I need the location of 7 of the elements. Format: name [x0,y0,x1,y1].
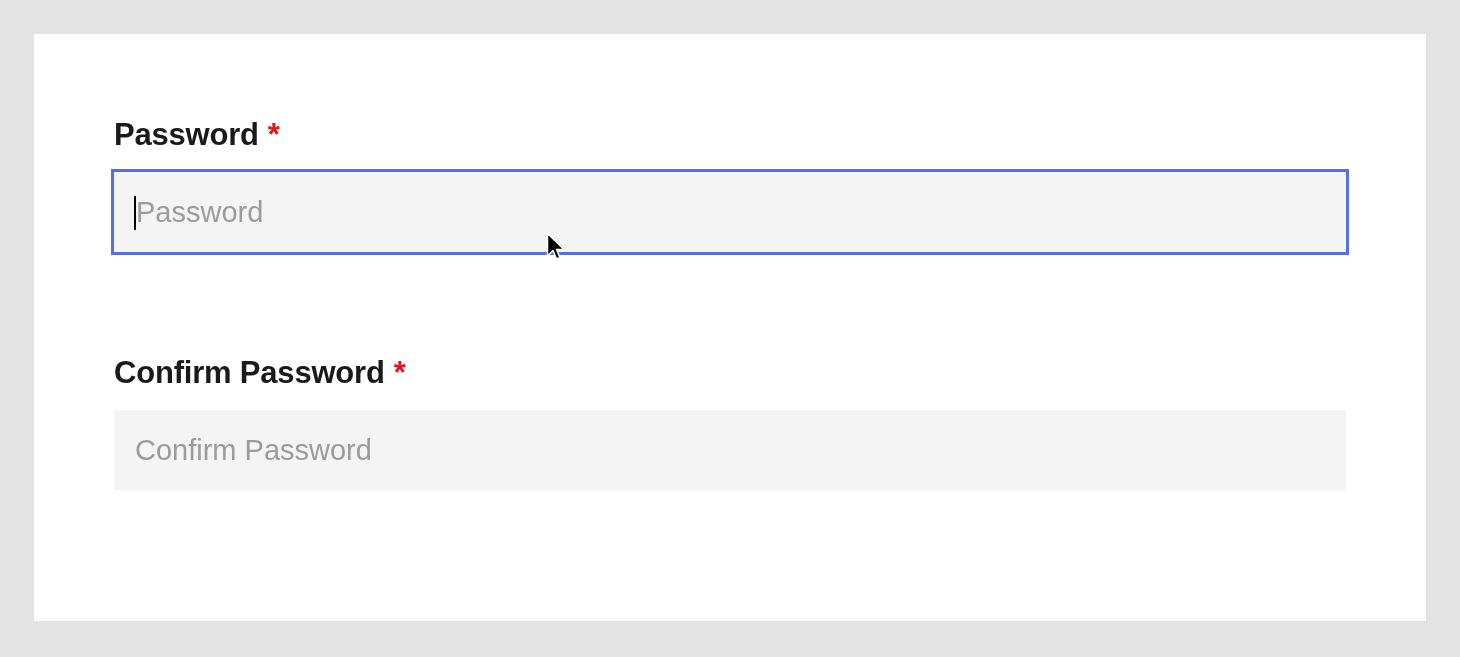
required-mark: * [393,355,406,391]
field-label: Password [114,117,259,153]
text-cursor-icon [134,196,136,230]
required-mark: * [267,117,280,153]
password-field[interactable]: Confirm Password [114,410,1346,490]
password-field[interactable]: Password [114,172,1346,252]
field-label: Confirm Password [114,355,385,391]
